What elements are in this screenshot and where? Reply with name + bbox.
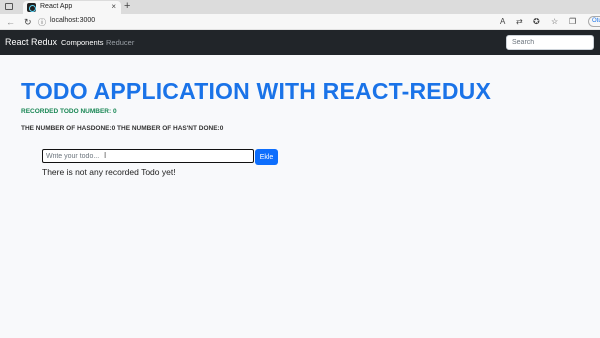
new-tab-icon[interactable]: + xyxy=(124,0,130,13)
profile-button[interactable]: Otu xyxy=(588,16,600,27)
back-icon[interactable]: ← xyxy=(6,16,15,28)
recorded-count: RECORDED TODO NUMBER: 0 xyxy=(21,108,117,115)
search-input[interactable] xyxy=(506,35,594,50)
browser-tab[interactable]: React App × xyxy=(23,1,121,14)
info-icon[interactable]: ⓘ xyxy=(38,17,46,28)
translate-icon[interactable]: ⇄ xyxy=(516,16,523,28)
tab-close-icon[interactable]: × xyxy=(111,2,116,12)
react-favicon-icon xyxy=(27,3,36,12)
window-menu-icon[interactable] xyxy=(5,3,13,10)
collections-icon[interactable]: ❐ xyxy=(569,16,576,28)
navbar-brand[interactable]: React Redux xyxy=(5,37,57,47)
address-bar-row: ← ↻ ⓘ localhost:3000 A ⇄ ✪ ☆ ❐ Otu xyxy=(0,14,600,30)
text-cursor-icon: I xyxy=(104,151,107,160)
address-bar[interactable]: localhost:3000 xyxy=(50,17,95,24)
nav-link-components[interactable]: Components xyxy=(61,38,104,47)
done-counts: THE NUMBER OF HASDONE:0 THE NUMBER OF HA… xyxy=(21,125,224,132)
page-title: TODO APPLICATION WITH REACT-REDUX xyxy=(21,78,492,104)
todo-input[interactable] xyxy=(42,149,254,163)
nav-link-reducer[interactable]: Reducer xyxy=(106,38,134,47)
tab-title: React App xyxy=(40,3,73,10)
extensions-icon[interactable]: ✪ xyxy=(533,16,540,28)
read-aloud-icon[interactable]: A xyxy=(500,16,505,28)
empty-todo-message: There is not any recorded Todo yet! xyxy=(42,167,176,177)
favorites-icon[interactable]: ☆ xyxy=(551,16,558,28)
browser-tab-strip: React App × + xyxy=(0,0,600,14)
refresh-icon[interactable]: ↻ xyxy=(24,16,32,28)
add-todo-button[interactable]: Ekle xyxy=(255,149,278,165)
